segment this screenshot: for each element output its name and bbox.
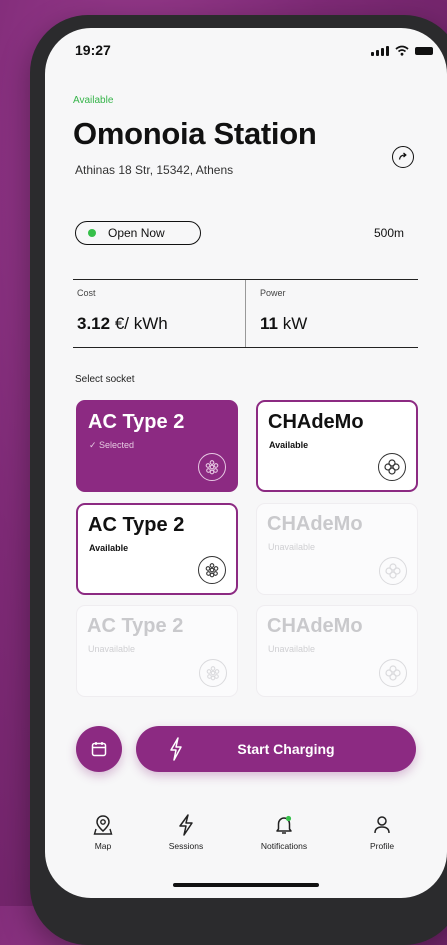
cost-metric: Cost 3.12 €/ kWh [73, 280, 245, 347]
socket-name: AC Type 2 [87, 615, 184, 637]
type2-connector-icon [198, 556, 226, 584]
cost-value: 3.12 €/ kWh [77, 314, 168, 334]
battery-icon [415, 47, 433, 55]
chademo-connector-icon [378, 453, 406, 481]
tab-profile[interactable]: Profile [347, 814, 417, 851]
user-icon [374, 816, 390, 834]
tab-label: Map [94, 841, 112, 851]
tab-label: Notifications [260, 841, 308, 851]
type2-connector-icon [198, 453, 226, 481]
socket-name: AC Type 2 [88, 514, 185, 536]
status-time: 19:27 [75, 42, 111, 58]
socket-chademo-3: CHAdeMo Unavailable [256, 605, 418, 697]
socket-ac-type2-3: AC Type 2 Unavailable [76, 605, 238, 697]
socket-status: Available [89, 543, 129, 553]
cost-amount: 3.12 [77, 314, 111, 333]
app-screen: 19:27 Available Omonoia Station Athinas … [45, 28, 447, 898]
bottom-tab-bar: Map Sessions Notifications Profile [45, 814, 447, 864]
socket-name: CHAdeMo [267, 513, 363, 535]
tab-label: Sessions [168, 841, 204, 851]
socket-ac-type2-2[interactable]: AC Type 2 Available [76, 503, 238, 595]
cost-unit: €/ kWh [114, 314, 168, 333]
share-button[interactable] [392, 146, 414, 168]
socket-status: Unavailable [268, 644, 316, 654]
tab-label: Profile [369, 841, 395, 851]
socket-status: ✓ Selected [89, 440, 135, 450]
map-pin-icon [93, 815, 113, 835]
socket-status: Unavailable [88, 644, 136, 654]
power-label: Power [260, 288, 286, 298]
station-title: Omonoia Station [73, 116, 317, 151]
select-socket-label: Select socket [75, 374, 135, 385]
socket-name: AC Type 2 [88, 411, 185, 433]
station-address: Athinas 18 Str, 15342, Athens [75, 163, 234, 177]
status-icons [371, 45, 433, 56]
start-charging-button[interactable]: Start Charging [136, 726, 416, 772]
socket-name: CHAdeMo [268, 411, 364, 433]
socket-ac-type2-1[interactable]: AC Type 2 ✓ Selected [76, 400, 238, 492]
socket-status: Available [269, 440, 309, 450]
share-arrow-icon [398, 152, 407, 160]
open-status-dot [88, 229, 96, 237]
tab-notifications[interactable]: Notifications [249, 814, 319, 851]
power-amount: 11 [260, 314, 278, 333]
tab-sessions[interactable]: Sessions [151, 814, 221, 851]
bell-icon [276, 815, 292, 834]
open-status-text: Open Now [108, 226, 165, 240]
socket-chademo-2: CHAdeMo Unavailable [256, 503, 418, 595]
tab-map[interactable]: Map [68, 814, 138, 851]
socket-name: CHAdeMo [267, 615, 363, 637]
start-charging-label: Start Charging [237, 741, 335, 757]
wifi-icon [395, 45, 409, 56]
cost-label: Cost [77, 288, 96, 298]
availability-label: Available [73, 95, 114, 106]
calendar-icon [91, 742, 107, 757]
socket-chademo-1[interactable]: CHAdeMo Available [256, 400, 418, 492]
status-bar: 19:27 [75, 42, 433, 62]
socket-status: Unavailable [268, 542, 316, 552]
schedule-button[interactable] [76, 726, 122, 772]
power-metric: Power 11 kW [245, 280, 418, 347]
type2-connector-icon [199, 659, 227, 687]
power-value: 11 kW [260, 314, 307, 334]
lightning-icon [179, 814, 193, 836]
power-unit: kW [282, 314, 308, 333]
distance-label: 500m [374, 226, 405, 240]
chademo-connector-icon [379, 659, 407, 687]
home-indicator[interactable] [173, 883, 319, 887]
open-status-badge: Open Now [75, 221, 201, 245]
chademo-connector-icon [379, 557, 407, 585]
signal-icon [371, 46, 389, 56]
station-metrics: Cost 3.12 €/ kWh Power 11 kW [73, 279, 418, 348]
